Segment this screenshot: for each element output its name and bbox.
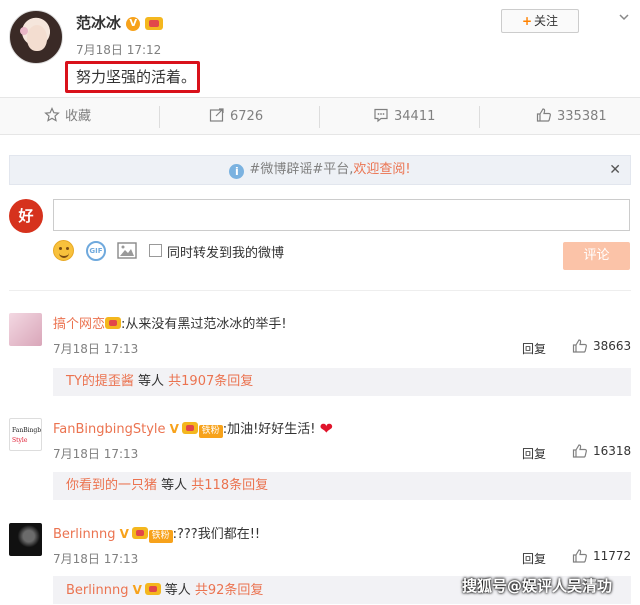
comment-line: Berlinnng V 铁粉:???我们都在!! [53, 523, 260, 543]
comment-time: 7月18日 17:13 [53, 342, 139, 356]
reply-button[interactable]: 回复 [522, 340, 546, 357]
favorite-label: 收藏 [65, 109, 92, 124]
avatar-flower [20, 27, 28, 35]
vip-crown-icon [105, 317, 122, 329]
comment-line: 搞个网恋 :从来没有黑过范冰冰的举手! [53, 313, 287, 332]
comment-time: 7月18日 17:13 [53, 447, 139, 461]
sub-reply-name[interactable]: Berlinnng [66, 583, 128, 598]
submit-comment-button[interactable]: 评论 [563, 242, 630, 270]
divider [319, 106, 320, 128]
heart-icon: ❤ [319, 419, 334, 438]
thumbs-up-icon [572, 549, 587, 563]
repost-checkbox-label[interactable]: 同时转发到我的微博 [167, 242, 284, 261]
repost-button[interactable]: 6726 [209, 98, 263, 135]
comment-like-count: 11772 [593, 549, 632, 563]
rumor-link[interactable]: 欢迎查阅! [353, 162, 410, 177]
comment-input[interactable] [53, 199, 630, 231]
repost-icon [209, 108, 224, 122]
commenter-name[interactable]: 搞个网恋 [53, 317, 105, 332]
watermark: 搜狐号@娱评人吴清功 [462, 577, 613, 595]
reply-button[interactable]: 回复 [522, 550, 546, 567]
comment-text: :加油!好好生活! [222, 422, 316, 437]
star-icon [44, 107, 60, 122]
divider [9, 290, 631, 291]
avatar-face [27, 25, 47, 51]
sub-reply-count[interactable]: 共1907条回复 [168, 374, 253, 389]
verified-v-icon: V [169, 422, 179, 436]
comment-like-button[interactable]: 16318 [572, 443, 631, 459]
gif-icon[interactable]: GIF [86, 241, 106, 261]
verified-v-icon: V [119, 527, 129, 541]
comment-text: :???我们都在!! [172, 527, 261, 542]
sub-replies-box[interactable]: TY的提歪酱 等人 共1907条回复 [53, 368, 631, 396]
vip-crown-icon [144, 583, 161, 595]
comment-like-count: 38663 [593, 339, 632, 353]
commenter-name[interactable]: FanBingbingStyle [53, 422, 166, 437]
image-icon[interactable] [117, 242, 137, 259]
comment-like-count: 16318 [593, 444, 632, 458]
favorite-button[interactable]: 收藏 [44, 98, 91, 135]
plus-icon: + [521, 14, 533, 28]
post-time[interactable]: 7月18日 17:12 [76, 41, 161, 58]
weibo-post-page: 范冰冰 V 7月18日 17:12 努力坚强的活着。 + 关注 收藏 6726 3… [0, 0, 640, 605]
vip-crown-icon [181, 422, 198, 434]
post-text: 努力坚强的活着。 [76, 68, 197, 86]
fan-badge: 铁粉 [148, 530, 173, 543]
repost-checkbox[interactable] [149, 244, 162, 257]
commenter-avatar[interactable] [9, 313, 42, 346]
vip-crown-icon [145, 17, 164, 30]
chevron-down-icon[interactable] [617, 10, 631, 24]
emoji-icon[interactable] [53, 240, 74, 261]
divider [159, 106, 160, 128]
repost-count: 6726 [230, 109, 264, 124]
like-button[interactable]: 335381 [536, 98, 607, 135]
sub-reply-name[interactable]: 你看到的一只猪 [66, 478, 157, 493]
comment-like-button[interactable]: 11772 [572, 548, 631, 564]
comment-button[interactable]: 34411 [373, 98, 435, 135]
verified-v-icon: V [132, 583, 142, 597]
sub-reply-middle: 等人 [157, 478, 192, 493]
thumbs-up-icon [536, 108, 551, 122]
comment-line: FanBingbingStyle V 铁粉:加油!好好生活! ❤ [53, 418, 333, 438]
commenter-avatar[interactable]: FanBingbingStyle [9, 418, 42, 451]
close-icon[interactable]: ✕ [609, 156, 621, 184]
commenter-avatar[interactable] [9, 523, 42, 556]
comment-section: i #微博辟谣#平台,欢迎查阅! ✕ 好 GIF 同时转发到我的微博 评论 搞个网… [0, 135, 640, 605]
info-icon: i [229, 164, 245, 179]
follow-button[interactable]: + 关注 [501, 9, 579, 33]
comment-text: :从来没有黑过范冰冰的举手! [121, 317, 287, 332]
thumbs-up-icon [572, 444, 587, 458]
comment-time: 7月18日 17:13 [53, 552, 139, 566]
like-count: 335381 [557, 109, 607, 124]
sub-reply-count[interactable]: 共118条回复 [191, 478, 268, 493]
sub-replies-box[interactable]: 你看到的一只猪 等人 共118条回复 [53, 472, 631, 500]
vip-crown-icon [131, 527, 148, 539]
verified-v-icon: V [126, 16, 141, 31]
author-name[interactable]: 范冰冰 [76, 14, 121, 32]
post-action-bar: 收藏 6726 34411 335381 [0, 97, 640, 135]
comment-count: 34411 [394, 109, 436, 124]
comment-icon [374, 108, 388, 123]
author-avatar[interactable] [9, 10, 63, 64]
sub-reply-name[interactable]: TY的提歪酱 [66, 374, 134, 389]
post-card: 范冰冰 V 7月18日 17:12 努力坚强的活着。 + 关注 [0, 0, 640, 96]
fan-badge: 铁粉 [198, 425, 223, 438]
rumor-text: #微博辟谣#平台, [249, 162, 354, 177]
rumor-notice-bar: i #微博辟谣#平台,欢迎查阅! ✕ [9, 155, 631, 185]
divider [479, 106, 480, 128]
current-user-avatar[interactable]: 好 [9, 199, 43, 233]
sub-reply-middle: 等人 [133, 374, 169, 389]
comment-like-button[interactable]: 38663 [572, 338, 631, 354]
thumbs-up-icon [572, 339, 587, 353]
sub-reply-count[interactable]: 共92条回复 [195, 583, 264, 598]
author-name-row: 范冰冰 V [76, 12, 164, 33]
sub-reply-middle: 等人 [160, 583, 195, 598]
reply-button[interactable]: 回复 [522, 445, 546, 462]
follow-label: 关注 [534, 14, 559, 28]
commenter-name[interactable]: Berlinnng [53, 527, 115, 542]
